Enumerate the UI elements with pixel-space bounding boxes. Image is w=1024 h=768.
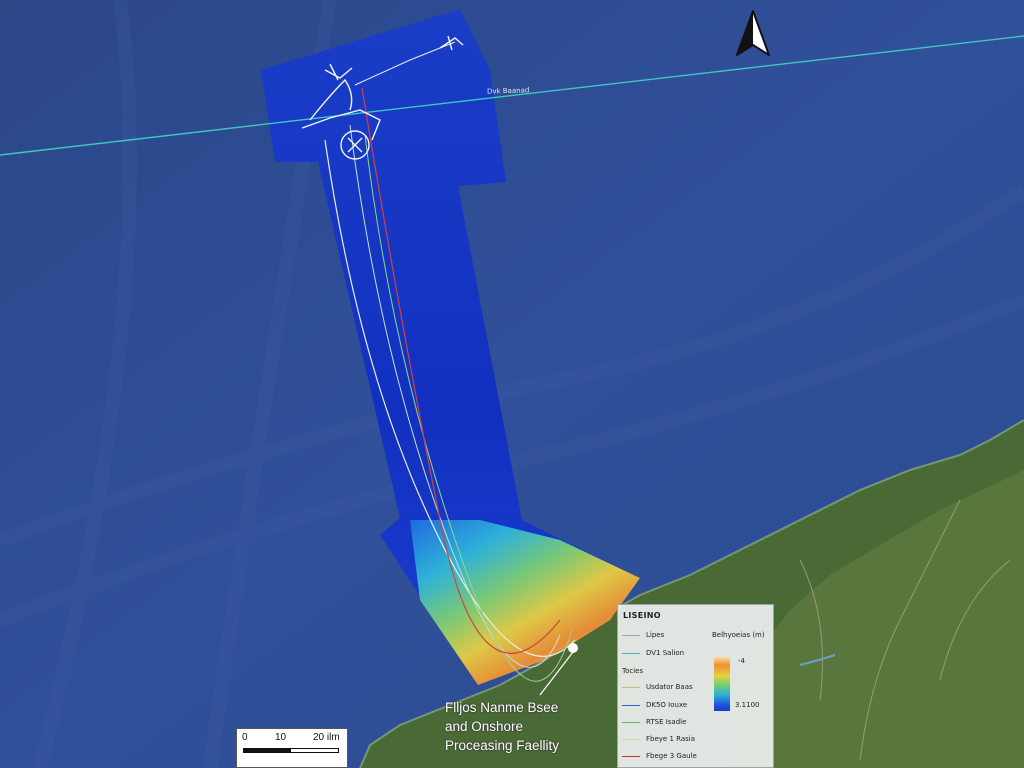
scale-bar: 0 10 20 ilm (236, 728, 348, 768)
scale-label-20: 20 ilm (313, 732, 340, 743)
facility-label: Flljos Nanme Bsee and Onshore Proceasing… (445, 698, 615, 755)
facility-label-line3: Proceasing Faellity (445, 738, 560, 753)
legend-swatch (622, 721, 640, 723)
legend-swatch (622, 686, 640, 688)
bathymetry-legend-title: Belhyoeias (m) (712, 631, 765, 639)
map-canvas[interactable] (0, 0, 1024, 768)
legend-item: DK5O Iouxe (622, 701, 687, 711)
legend-item: Usdator Baas (622, 683, 693, 693)
legend-item: Fbeye 1 Rasia (622, 735, 695, 745)
scale-bar-graphic (243, 748, 339, 753)
bathymetry-color-bar (714, 657, 730, 711)
bathymetry-max-label: -4 (738, 657, 745, 665)
legend-swatch (622, 755, 640, 757)
legend-swatch (622, 738, 640, 740)
track-label: Dvk Baanad (486, 86, 530, 96)
legend-swatch (622, 704, 640, 706)
bathymetry-min-label: 3.1100 (735, 701, 760, 709)
legend-item: Lipes (622, 631, 664, 641)
legend-title: LISEINO (623, 611, 661, 620)
legend-item: RTSE Isadle (622, 718, 686, 728)
facility-label-line2: and Onshore (445, 719, 524, 734)
scale-label-0: 0 (242, 732, 248, 743)
map-legend: LISEINO Lipes DV1 Salion Tocies Usdator … (617, 604, 774, 768)
landfall-marker (568, 643, 578, 653)
scale-label-10: 10 (275, 732, 287, 743)
legend-swatch (622, 634, 640, 636)
legend-item: DV1 Salion (622, 649, 684, 659)
legend-section-title: Tocies (622, 667, 644, 675)
north-arrow-icon (736, 10, 770, 56)
facility-label-line1: Flljos Nanme Bsee (445, 700, 559, 715)
legend-item: Fbege 3 Gaule (622, 752, 697, 762)
legend-swatch (622, 652, 640, 654)
